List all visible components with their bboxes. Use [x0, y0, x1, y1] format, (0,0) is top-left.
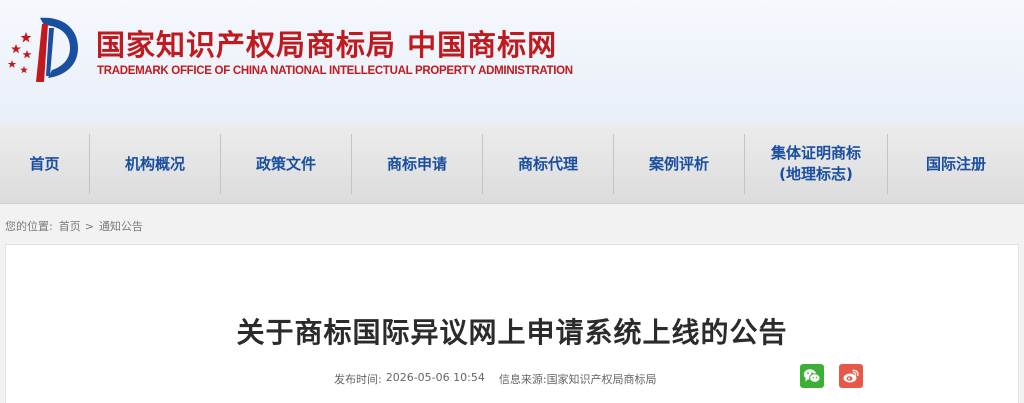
article-meta: 发布时间: 2026-05-06 10:54 信息来源: 国家知识产权局商标局 — [334, 371, 657, 387]
nav-item-international[interactable]: 国际注册 — [888, 124, 1024, 204]
nav-item-home[interactable]: 首页 — [0, 124, 89, 204]
breadcrumb-prefix: 您的位置: — [5, 220, 53, 233]
nav-item-about[interactable]: 机构概况 — [90, 124, 220, 204]
breadcrumb-current-link[interactable]: 通知公告 — [99, 218, 143, 234]
share-wechat-button[interactable] — [800, 364, 824, 388]
nav-item-collective-marks[interactable]: 集体证明商标 (地理标志) — [745, 124, 887, 204]
publish-time-label: 发布时间: — [334, 373, 382, 386]
stars-and-column-emblem-icon[interactable] — [2, 14, 92, 84]
main-nav: 首页 机构概况 政策文件 商标申请 商标代理 案例评析 集体证明商标 (地理标志… — [0, 124, 1024, 204]
breadcrumb: 您的位置: 首页 > 通知公告 — [5, 218, 143, 234]
article-title: 关于商标国际异议网上申请系统上线的公告 — [236, 316, 788, 349]
source-value: 国家知识产权局商标局 — [546, 373, 657, 386]
article-panel: 关于商标国际异议网上申请系统上线的公告 发布时间: 2026-05-06 10:… — [5, 244, 1019, 403]
site-header: 国家知识产权局商标局 中国商标网 TRADEMARK OFFICE OF CHI… — [0, 0, 1024, 124]
nav-item-application[interactable]: 商标申请 — [352, 124, 482, 204]
breadcrumb-separator: > — [84, 219, 94, 233]
share-weibo-button[interactable] — [839, 364, 863, 388]
publish-time: 2026-05-06 10:54 — [385, 371, 485, 384]
site-title[interactable]: 国家知识产权局商标局 中国商标网 — [96, 22, 557, 64]
source-label: 信息来源: — [498, 373, 547, 386]
nav-item-policy[interactable]: 政策文件 — [221, 124, 351, 204]
nav-item-agency[interactable]: 商标代理 — [483, 124, 613, 204]
site-subtitle: TRADEMARK OFFICE OF CHINA NATIONAL INTEL… — [97, 65, 573, 77]
breadcrumb-home-link[interactable]: 首页 — [59, 218, 81, 234]
wechat-icon — [803, 369, 821, 383]
nav-item-cases[interactable]: 案例评析 — [614, 124, 744, 204]
weibo-icon — [843, 369, 859, 383]
